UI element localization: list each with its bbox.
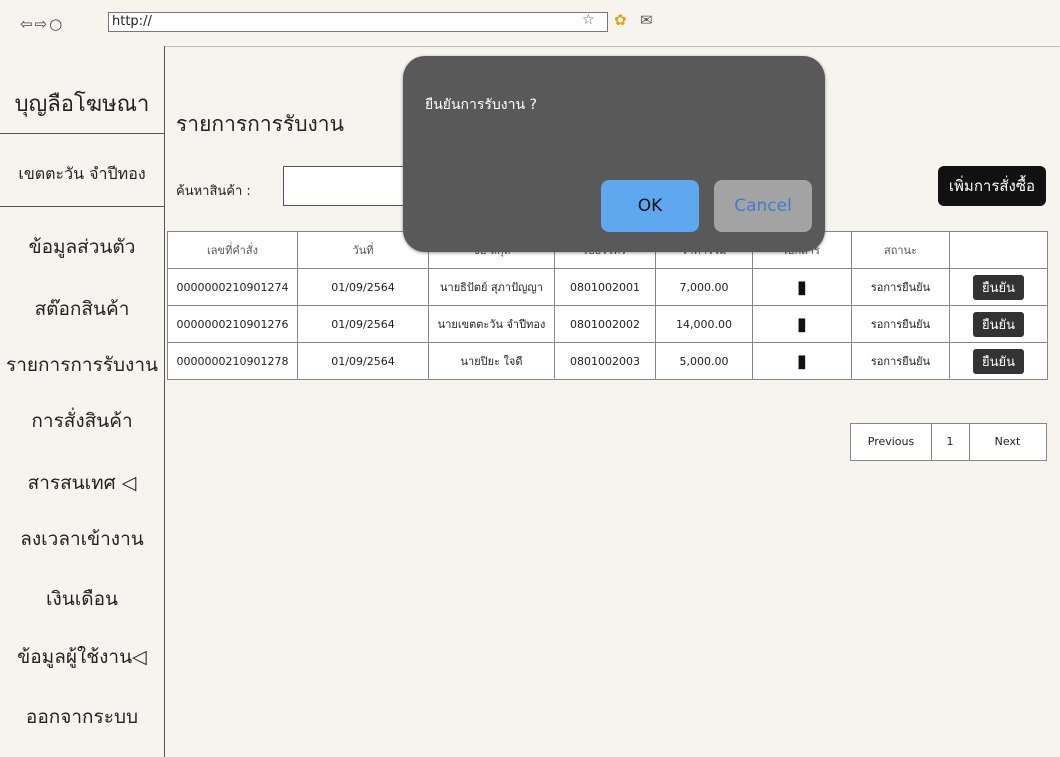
- document-icon[interactable]: ▮: [797, 277, 807, 298]
- document-icon[interactable]: ▮: [797, 314, 807, 335]
- previous-page-button[interactable]: Previous: [851, 424, 932, 460]
- document-cell: ▮: [752, 305, 852, 343]
- dialog-message: ยืนยันการรับงาน ?: [425, 97, 537, 113]
- ok-button[interactable]: OK: [601, 180, 699, 232]
- browser-toolbar: ⇦⇨○ http:// ☆ ✿ ✉: [0, 0, 1060, 47]
- next-page-button[interactable]: Next: [969, 424, 1046, 460]
- order-number: 0000000210901274: [167, 268, 298, 306]
- total-price: 14,000.00: [655, 305, 753, 343]
- divider: [0, 206, 164, 207]
- brand-title: บุญลือโฆษณา: [14, 92, 150, 117]
- phone: 0801002001: [554, 268, 656, 306]
- action-cell: ยืนยัน: [949, 342, 1048, 380]
- status: รอการยืนยัน: [851, 305, 950, 343]
- orders-table: เลขที่คำสั่ง วันที่ ชื่อ-สกุล เบอร์โทร ร…: [167, 231, 1048, 380]
- user-name: เขตตะวัน จำปีทอง: [18, 164, 146, 183]
- order-number: 0000000210901276: [167, 305, 298, 343]
- sidebar-item-stock[interactable]: สต๊อกสินค้า: [0, 294, 164, 324]
- sidebar-item-user-info[interactable]: ข้อมูลผู้ใช้งาน◁: [0, 642, 164, 672]
- order-date: 01/09/2564: [297, 305, 429, 343]
- status: รอการยืนยัน: [851, 268, 950, 306]
- bookmark-star-icon[interactable]: ☆: [582, 12, 595, 28]
- phone: 0801002002: [554, 305, 656, 343]
- action-cell: ยืนยัน: [949, 268, 1048, 306]
- nav-arrows-icon[interactable]: ⇦⇨○: [20, 15, 64, 33]
- column-header: เลขที่คำสั่ง: [167, 231, 298, 269]
- column-header: [949, 231, 1048, 269]
- table-row: 0000000210901274 01/09/2564 นายธิปัตย์ ส…: [167, 268, 1048, 306]
- document-cell: ▮: [752, 342, 852, 380]
- table-row: 0000000210901276 01/09/2564 นายเขตตะวัน …: [167, 305, 1048, 343]
- address-bar[interactable]: http://: [108, 12, 608, 32]
- sidebar: บุญลือโฆษณา เขตตะวัน จำปีทอง ข้อมูลส่วนต…: [0, 46, 165, 757]
- order-number: 0000000210901278: [167, 342, 298, 380]
- add-order-button[interactable]: เพิ่มการสั่งซื้อ: [938, 166, 1046, 206]
- sidebar-item-job-list[interactable]: รายการการรับงาน: [0, 350, 164, 380]
- sidebar-item-orders[interactable]: การสั่งสินค้า: [0, 406, 164, 436]
- total-price: 7,000.00: [655, 268, 753, 306]
- confirm-button[interactable]: ยืนยัน: [972, 348, 1024, 374]
- pagination: Previous 1 Next: [850, 423, 1047, 461]
- sidebar-item-logout[interactable]: ออกจากระบบ: [0, 702, 164, 732]
- page-number-button[interactable]: 1: [931, 424, 970, 460]
- divider: [0, 133, 164, 134]
- search-input[interactable]: [283, 166, 423, 206]
- document-icon[interactable]: ▮: [797, 351, 807, 372]
- customer-name: นายธิปัตย์ สุภาปัญญา: [428, 268, 555, 306]
- document-cell: ▮: [752, 268, 852, 306]
- customer-name: นายปิยะ ใจดี: [428, 342, 555, 380]
- column-header: สถานะ: [851, 231, 950, 269]
- extension-icon[interactable]: ✿: [614, 11, 627, 29]
- sidebar-item-profile[interactable]: ข้อมูลส่วนตัว: [0, 232, 164, 262]
- page-title: รายการการรับงาน: [176, 112, 344, 136]
- phone: 0801002003: [554, 342, 656, 380]
- total-price: 5,000.00: [655, 342, 753, 380]
- address-text: http://: [112, 14, 152, 29]
- action-cell: ยืนยัน: [949, 305, 1048, 343]
- table-row: 0000000210901278 01/09/2564 นายปิยะ ใจดี…: [167, 342, 1048, 380]
- mail-icon[interactable]: ✉: [640, 11, 653, 29]
- order-date: 01/09/2564: [297, 268, 429, 306]
- sidebar-item-information[interactable]: สารสนเทศ ◁: [0, 468, 164, 498]
- status: รอการยืนยัน: [851, 342, 950, 380]
- confirm-button[interactable]: ยืนยัน: [972, 274, 1024, 300]
- confirm-dialog: ยืนยันการรับงาน ? OK Cancel: [403, 56, 825, 252]
- customer-name: นายเขตตะวัน จำปีทอง: [428, 305, 555, 343]
- order-date: 01/09/2564: [297, 342, 429, 380]
- cancel-button[interactable]: Cancel: [714, 180, 812, 232]
- sidebar-item-time-clock[interactable]: ลงเวลาเข้างาน: [0, 524, 164, 554]
- sidebar-item-salary[interactable]: เงินเดือน: [0, 584, 164, 614]
- confirm-button[interactable]: ยืนยัน: [972, 311, 1024, 337]
- search-label: ค้นหาสินค้า :: [176, 184, 251, 199]
